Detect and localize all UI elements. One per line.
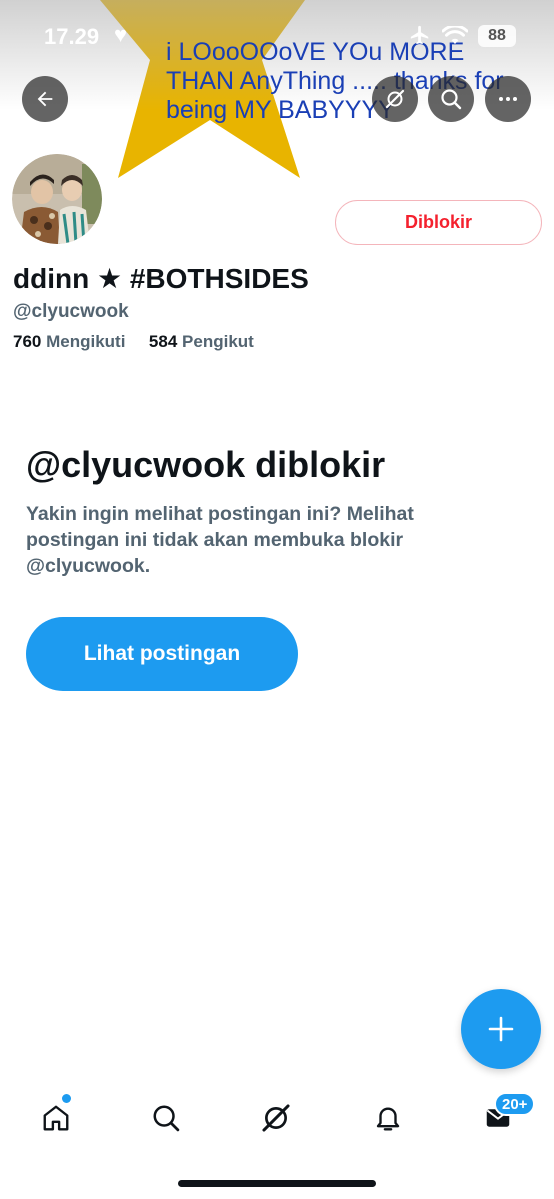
more-button[interactable]: [485, 76, 531, 122]
avatar-photo: [12, 154, 102, 244]
more-horizontal-icon: [499, 97, 517, 101]
home-indicator: [178, 1180, 376, 1187]
follow-stats: 760 Mengikuti 584 Pengikut: [13, 332, 254, 352]
home-notification-dot: [62, 1094, 71, 1103]
following-label: Mengikuti: [46, 332, 126, 351]
heart-icon: ♥: [114, 22, 128, 47]
followers-link[interactable]: 584 Pengikut: [149, 332, 254, 351]
blocked-description: Yakin ingin melihat postingan ini? Melih…: [26, 503, 414, 577]
bottom-navigation: 20+: [0, 1082, 554, 1152]
blocked-button[interactable]: Diblokir: [335, 200, 542, 245]
back-button[interactable]: [22, 76, 68, 122]
battery-indicator: 88: [478, 25, 516, 47]
status-bar: 17.29 ♥ 88: [0, 0, 554, 74]
bell-icon: [376, 1107, 400, 1131]
grok-icon: [385, 89, 405, 109]
messages-badge: 20+: [494, 1092, 536, 1116]
arrow-left-icon: [37, 91, 53, 107]
blocked-title: @clyucwook diblokir: [26, 444, 386, 485]
search-icon: [441, 89, 462, 110]
search-button[interactable]: [428, 76, 474, 122]
nav-notifications[interactable]: [366, 1096, 410, 1140]
following-count: 760: [13, 332, 42, 351]
search-icon: [153, 1105, 180, 1132]
followers-count: 584: [148, 332, 178, 351]
nav-home[interactable]: [34, 1096, 78, 1140]
followers-label: Pengikut: [182, 332, 254, 351]
view-posts-button[interactable]: Lihat postingan: [26, 617, 298, 691]
wifi-icon: [442, 26, 468, 44]
nav-grok[interactable]: [254, 1096, 298, 1140]
airplane-mode-icon: [410, 25, 429, 45]
grok-icon: [262, 1104, 290, 1132]
compose-post-button[interactable]: [461, 989, 541, 1069]
nav-search[interactable]: [144, 1096, 188, 1140]
avatar[interactable]: [8, 150, 106, 248]
following-link[interactable]: 760 Mengikuti: [13, 332, 130, 351]
plus-icon: [488, 1016, 514, 1042]
home-icon: [43, 1105, 69, 1131]
user-handle: @clyucwook: [13, 301, 129, 322]
display-name: ddinn ★ #BOTHSIDES: [13, 263, 309, 294]
grok-button[interactable]: [372, 76, 418, 122]
status-time: 17.29: [44, 24, 100, 49]
